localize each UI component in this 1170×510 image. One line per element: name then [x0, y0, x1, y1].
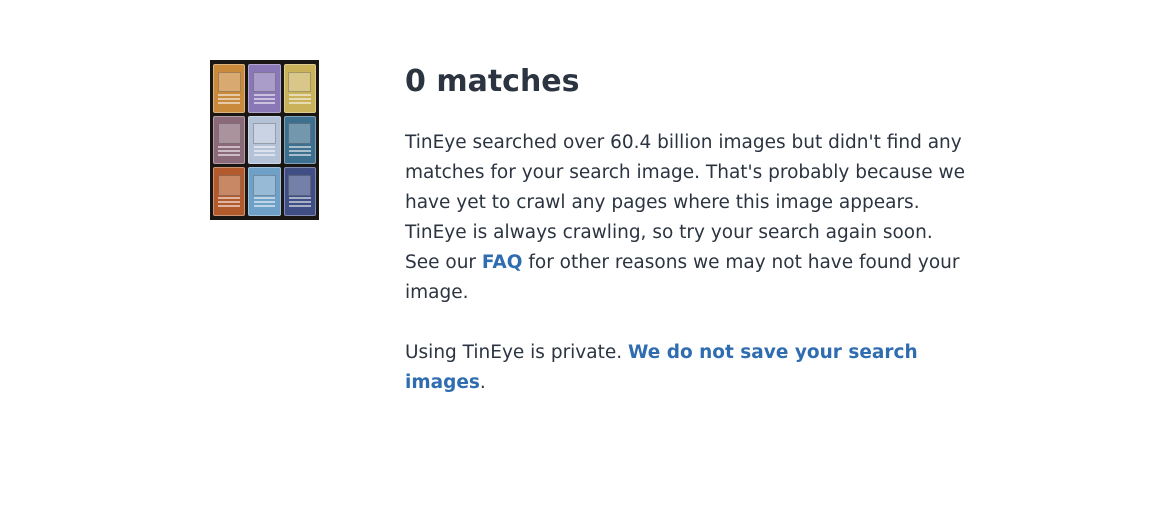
results-title: 0 matches: [405, 64, 580, 99]
card-image: [248, 167, 281, 216]
privacy-notice: Using TinEye is private. We do not save …: [405, 338, 965, 398]
card-image: [248, 115, 281, 165]
faq-link[interactable]: FAQ: [482, 252, 523, 273]
search-image-thumbnail: [210, 60, 319, 220]
card-image: [248, 64, 281, 113]
card-image: [213, 64, 246, 113]
card-image: [213, 167, 246, 216]
card-image: [213, 115, 246, 165]
results-description: TinEye searched over 60.4 billion images…: [405, 128, 965, 308]
results-content: 0 matches TinEye searched over 60.4 bill…: [405, 60, 965, 398]
card-image: [283, 167, 316, 216]
results-page: 0 matches TinEye searched over 60.4 bill…: [0, 0, 1170, 510]
card-image: [283, 64, 316, 113]
privacy-end: .: [479, 372, 486, 393]
privacy-text: Using TinEye is private.: [405, 342, 628, 363]
card-image: [283, 115, 316, 165]
